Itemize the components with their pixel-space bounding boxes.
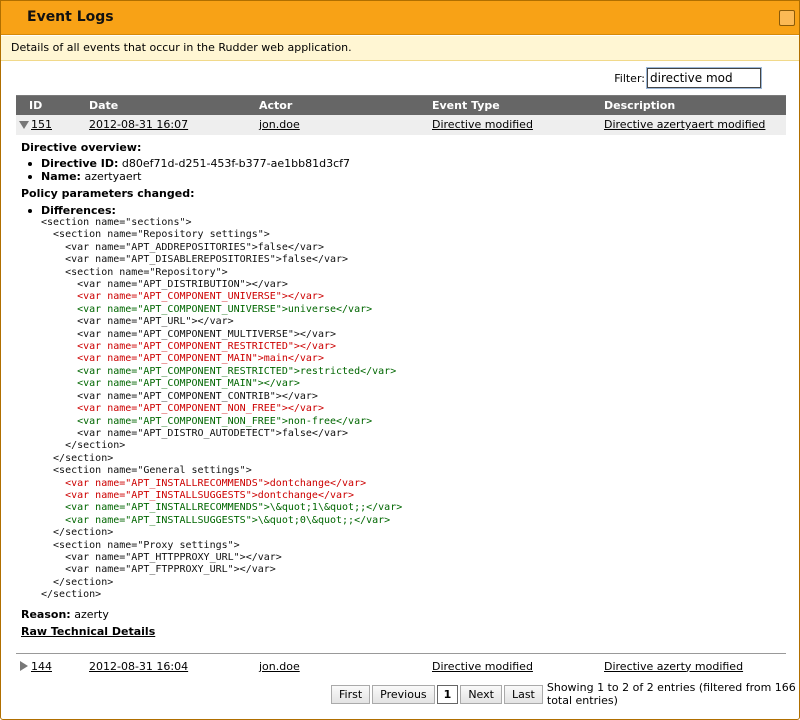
diff-unchanged-line: <var name="APT_COMPONENT_MULTIVERSE"></v… <box>41 328 337 340</box>
event-type-link[interactable]: Directive modified <box>432 118 533 131</box>
diff-unchanged-line: <section name="sections"> <box>41 217 192 228</box>
event-id-link[interactable]: 144 <box>31 660 52 673</box>
diff-added-line: <var name="APT_COMPONENT_MAIN"></var> <box>41 378 300 390</box>
diff-unchanged-line: </section> <box>41 589 102 601</box>
collapse-triangle-icon[interactable] <box>19 121 29 129</box>
diff-removed-line: <var name="APT_INSTALLSUGGESTS">dontchan… <box>41 489 355 501</box>
raw-technical-details-link[interactable]: Raw Technical Details <box>21 625 155 638</box>
event-actor-link[interactable]: jon.doe <box>259 660 300 673</box>
diff-unchanged-line: <var name="APT_DISTRO_AUTODETECT">false<… <box>41 427 349 439</box>
window-title: Event Logs <box>27 9 114 25</box>
table-header: ID Date Actor Event Type Description <box>16 95 786 115</box>
column-header-id[interactable]: ID <box>16 95 89 115</box>
directive-id-label: Directive ID: <box>41 157 119 170</box>
diff-unchanged-line: <section name="General settings"> <box>41 465 252 477</box>
diff-added-line: <var name="APT_COMPONENT_RESTRICTED">res… <box>41 365 397 377</box>
reason-label: Reason: <box>21 607 71 621</box>
next-page-button[interactable]: Next <box>460 684 502 704</box>
diff-unchanged-line: <section name="Repository settings"> <box>41 229 270 241</box>
diff-added-line: <var name="APT_COMPONENT_UNIVERSE">unive… <box>41 303 373 315</box>
column-header-actor[interactable]: Actor <box>259 95 432 115</box>
event-table-continued: 144 2012-08-31 16:04 jon.doe Directive m… <box>16 656 786 676</box>
overview-list: Directive ID: d80ef71d-d251-453f-b377-ae… <box>21 157 781 183</box>
differences-list: Differences: <box>21 204 781 217</box>
column-header-date[interactable]: Date <box>89 95 259 115</box>
event-description-link[interactable]: Directive azertyaert modified <box>604 118 765 131</box>
list-item: Name: azertyaert <box>21 170 781 183</box>
pagination-info: Showing 1 to 2 of 2 entries (filtered fr… <box>546 681 796 707</box>
diff-removed-line: <var name="APT_COMPONENT_RESTRICTED"></v… <box>41 341 337 353</box>
current-page-button[interactable]: 1 <box>436 684 459 704</box>
diff-unchanged-line: <var name="APT_COMPONENT_CONTRIB"></var> <box>41 390 318 402</box>
expand-triangle-icon[interactable] <box>20 660 28 671</box>
diff-unchanged-line: <var name="APT_URL"></var> <box>41 316 234 328</box>
list-item: Directive ID: d80ef71d-d251-453f-b377-ae… <box>21 157 781 170</box>
diff-unchanged-line: <var name="APT_FTPPROXY_URL"></var> <box>41 564 276 576</box>
event-id-link[interactable]: 151 <box>31 118 52 131</box>
event-date-link[interactable]: 2012-08-31 16:07 <box>89 118 188 131</box>
pagination: First Previous 1 Next Last Showing 1 to … <box>331 681 799 707</box>
filter-input[interactable] <box>646 67 762 89</box>
diff-unchanged-line: <var name="APT_HTTPPROXY_URL"></var> <box>41 551 282 563</box>
previous-page-button[interactable]: Previous <box>372 684 435 704</box>
window-titlebar: Event Logs <box>1 1 799 35</box>
diff-unchanged-line: </section> <box>41 440 126 452</box>
diff-added-line: <var name="APT_INSTALLSUGGESTS">\&quot;0… <box>41 514 391 526</box>
column-header-description[interactable]: Description <box>604 95 786 115</box>
filter-label: Filter: <box>614 71 645 85</box>
row-separator <box>16 653 786 654</box>
event-date-link[interactable]: 2012-08-31 16:04 <box>89 660 188 673</box>
diff-unchanged-line: <var name="APT_DISTRIBUTION"></var> <box>41 279 288 291</box>
last-page-button[interactable]: Last <box>503 684 543 704</box>
event-details: Directive overview: Directive ID: d80ef7… <box>21 141 781 638</box>
diff-unchanged-line: <var name="APT_ADDREPOSITORIES">false</v… <box>41 241 324 253</box>
diff-unchanged-line: <section name="Repository"> <box>41 266 228 278</box>
event-type-link[interactable]: Directive modified <box>432 660 533 673</box>
column-header-event-type[interactable]: Event Type <box>432 95 604 115</box>
diff-removed-line: <var name="APT_INSTALLRECOMMENDS">dontch… <box>41 477 367 489</box>
close-icon[interactable] <box>779 10 795 26</box>
diff-removed-line: <var name="APT_COMPONENT_NON_FREE"></var… <box>41 403 324 415</box>
diff-unchanged-line: <var name="APT_DISABLEREPOSITORIES">fals… <box>41 254 349 266</box>
policy-params-title: Policy parameters changed: <box>21 187 195 200</box>
name-value: azertyaert <box>84 170 142 183</box>
directive-overview-title: Directive overview: <box>21 141 142 154</box>
name-label: Name: <box>41 170 81 183</box>
differences-label: Differences: <box>41 204 116 217</box>
diff-added-line: <var name="APT_COMPONENT_NON_FREE">non-f… <box>41 415 373 427</box>
event-actor-link[interactable]: jon.doe <box>259 118 300 131</box>
event-logs-window: Event Logs Details of all events that oc… <box>0 0 800 720</box>
event-description-link[interactable]: Directive azerty modified <box>604 660 743 673</box>
table-row[interactable]: 151 2012-08-31 16:07 jon.doe Directive m… <box>16 114 786 135</box>
diff-removed-line: <var name="APT_COMPONENT_UNIVERSE"></var… <box>41 291 324 303</box>
window-subtitle: Details of all events that occur in the … <box>1 36 799 61</box>
diff-xml-block: <section name="sections"> <section name=… <box>41 217 781 602</box>
diff-unchanged-line: </section> <box>41 576 114 588</box>
reason-value: azerty <box>74 607 109 621</box>
diff-unchanged-line: <section name="Proxy settings"> <box>41 539 240 551</box>
first-page-button[interactable]: First <box>331 684 371 704</box>
reason-line: Reason: azerty <box>21 608 781 621</box>
event-table: ID Date Actor Event Type Description 151… <box>16 95 786 135</box>
diff-unchanged-line: </section> <box>41 527 114 539</box>
table-row[interactable]: 144 2012-08-31 16:04 jon.doe Directive m… <box>16 656 786 676</box>
list-item: Differences: <box>21 204 781 217</box>
diff-unchanged-line: </section> <box>41 452 114 464</box>
filter-row: Filter: <box>614 67 762 89</box>
diff-added-line: <var name="APT_INSTALLRECOMMENDS">\&quot… <box>41 502 403 514</box>
directive-id-value: d80ef71d-d251-453f-b377-ae1bb81d3cf7 <box>121 157 350 170</box>
diff-removed-line: <var name="APT_COMPONENT_MAIN">main</var… <box>41 353 324 365</box>
